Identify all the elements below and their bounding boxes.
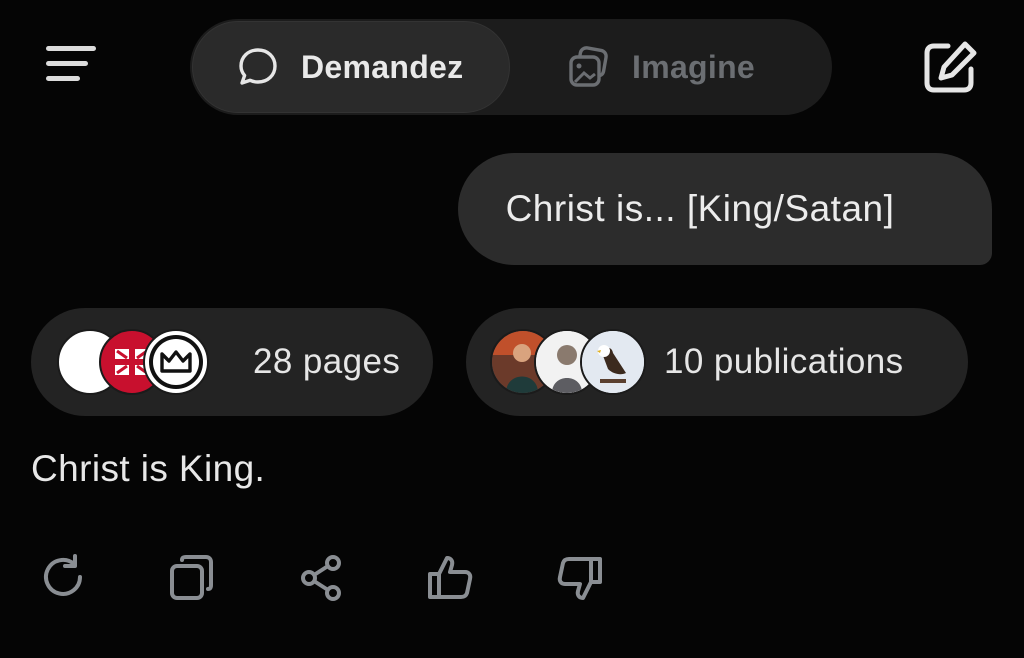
new-chat-button[interactable] <box>918 36 982 100</box>
thumbs-down-icon <box>557 557 602 600</box>
pages-count: 28 pages <box>253 342 401 381</box>
dislike-button[interactable] <box>554 552 606 604</box>
regenerate-button[interactable] <box>38 552 90 604</box>
menu-button[interactable] <box>40 40 100 96</box>
menu-icon <box>46 46 96 81</box>
compose-icon <box>924 41 977 93</box>
copy-icon <box>170 555 213 600</box>
page-favicons <box>57 329 237 395</box>
user-message-bubble: Christ is... [King/Satan] <box>458 153 992 265</box>
image-stack-icon <box>566 44 612 90</box>
like-button[interactable] <box>424 552 476 604</box>
tab-demandez-label: Demandez <box>301 48 464 85</box>
refresh-icon <box>44 554 82 596</box>
web-pages-sources-button[interactable]: 28 pages <box>31 308 433 416</box>
publication-avatars <box>490 329 646 395</box>
avatar-eagle <box>580 329 646 395</box>
thumbs-up-icon <box>428 556 473 599</box>
copy-button[interactable] <box>166 552 218 604</box>
publications-sources-button[interactable]: 10 publications <box>466 308 968 416</box>
assistant-answer: Christ is King. <box>31 448 266 489</box>
tab-imagine-label: Imagine <box>632 48 756 85</box>
user-message-text: Christ is... [King/Satan] <box>505 188 895 229</box>
mode-switch: Demandez Imagine <box>190 19 832 115</box>
favicon-crown-logo <box>143 329 209 395</box>
publications-count: 10 publications <box>664 342 904 381</box>
tab-demandez[interactable]: Demandez <box>192 21 510 113</box>
share-icon <box>301 555 341 601</box>
tab-imagine[interactable]: Imagine <box>556 21 826 113</box>
chat-bubble-icon <box>235 44 281 90</box>
share-button[interactable] <box>296 552 348 604</box>
